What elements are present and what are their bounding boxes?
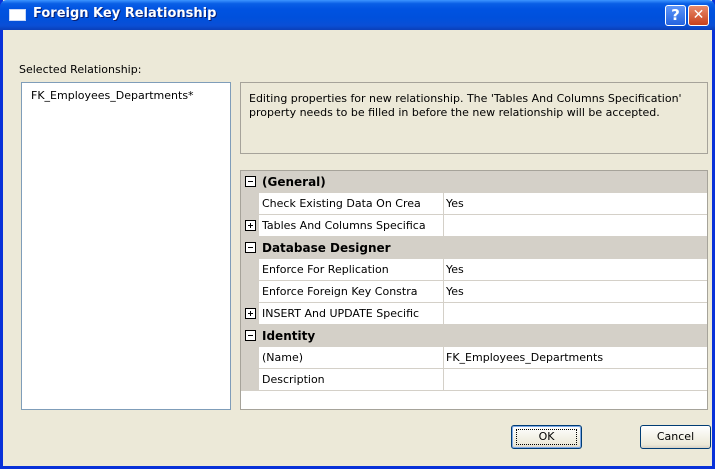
property-grid[interactable]: (General) Check Existing Data On Crea Ye… [240,170,708,410]
collapse-icon[interactable] [245,176,256,187]
expand-icon[interactable] [245,220,256,231]
property-name: Enforce For Replication [262,263,389,276]
category-label: Database Designer [262,241,391,255]
selected-relationship-label: Selected Relationship: [19,63,142,76]
collapse-icon[interactable] [245,330,256,341]
property-row-tables-and-columns[interactable]: Tables And Columns Specifica [241,215,707,237]
collapse-icon[interactable] [245,242,256,253]
ok-button[interactable]: OK [511,425,582,449]
property-name: Description [262,373,325,386]
property-value[interactable]: Yes [446,197,704,210]
property-row-check-existing-data[interactable]: Check Existing Data On Crea Yes [241,193,707,215]
expand-icon[interactable] [245,308,256,319]
category-label: (General) [262,175,326,189]
title-bar[interactable]: Foreign Key Relationship ? ✕ [0,0,715,30]
property-name: INSERT And UPDATE Specific [262,307,420,320]
category-identity[interactable]: Identity [241,325,707,347]
relationship-list-item[interactable]: FK_Employees_Departments* [31,89,194,102]
cancel-button-label: Cancel [656,430,695,443]
category-label: Identity [262,329,316,343]
property-row-enforce-foreign-key[interactable]: Enforce Foreign Key Constra Yes [241,281,707,303]
property-name: Tables And Columns Specifica [262,219,426,232]
close-button[interactable]: ✕ [688,5,709,26]
property-value[interactable]: Yes [446,263,704,276]
relationship-list[interactable]: FK_Employees_Departments* [21,82,231,410]
property-name: Enforce Foreign Key Constra [262,285,418,298]
property-name: Check Existing Data On Crea [262,197,421,210]
property-value[interactable]: Yes [446,285,704,298]
property-value[interactable]: FK_Employees_Departments [446,351,704,364]
property-row-description[interactable]: Description [241,369,707,391]
property-row-insert-and-update[interactable]: INSERT And UPDATE Specific [241,303,707,325]
category-database-designer[interactable]: Database Designer [241,237,707,259]
help-button[interactable]: ? [665,5,686,26]
property-row-enforce-for-replication[interactable]: Enforce For Replication Yes [241,259,707,281]
cancel-button[interactable]: Cancel [640,425,711,449]
window-icon [9,9,26,21]
info-message: Editing properties for new relationship.… [249,92,682,119]
property-row-name[interactable]: (Name) FK_Employees_Departments [241,347,707,369]
window-title: Foreign Key Relationship [33,6,217,21]
info-panel: Editing properties for new relationship.… [240,82,708,154]
property-name: (Name) [262,351,304,364]
category-general[interactable]: (General) [241,171,707,193]
